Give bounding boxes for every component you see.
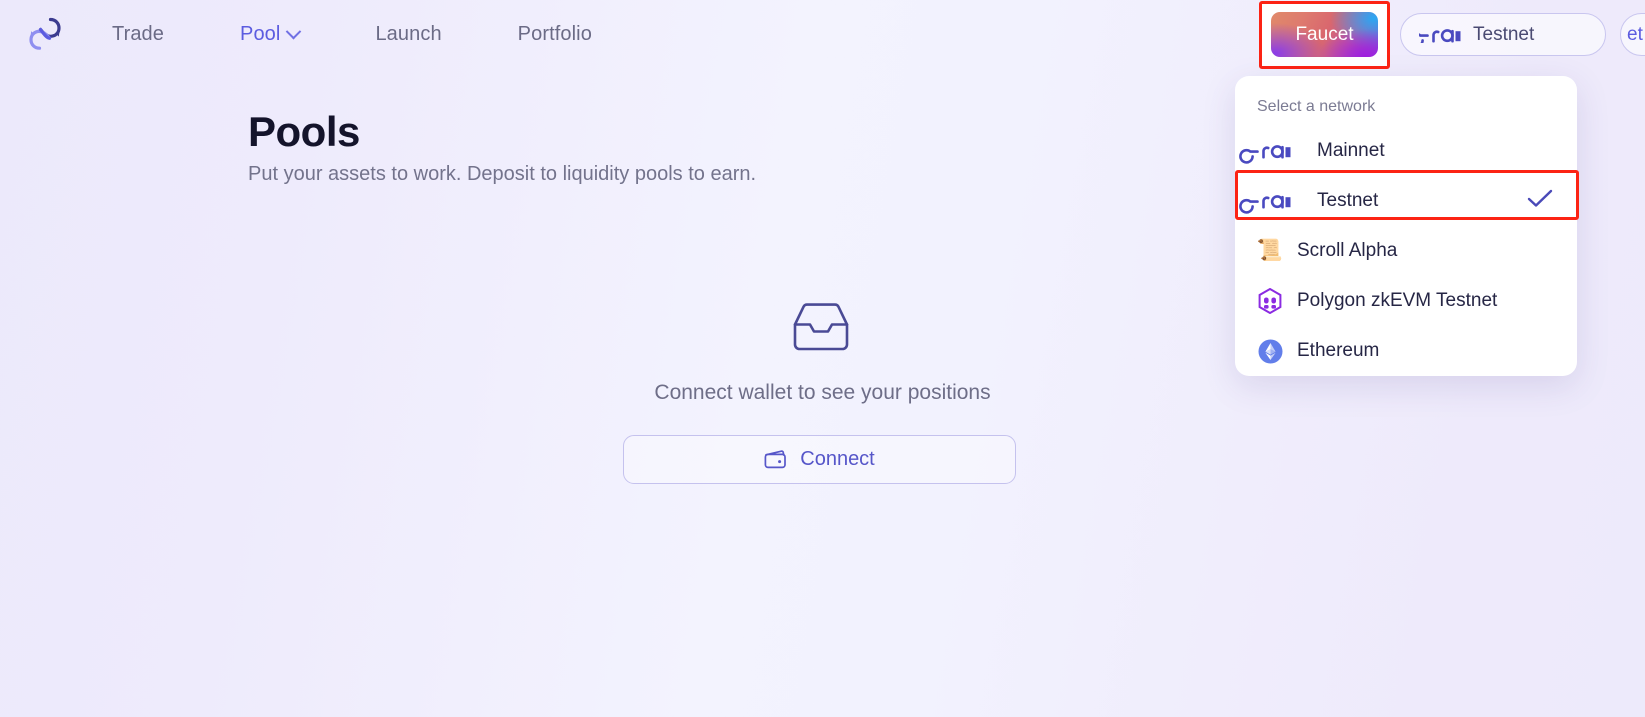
main-nav: Trade Pool Launch Portfolio — [112, 17, 592, 52]
nav-item-label: Launch — [375, 22, 442, 45]
scroll-icon: 📜 — [1256, 239, 1284, 262]
era-logo-icon — [1239, 138, 1291, 164]
connect-wallet-button[interactable]: Connect — [623, 435, 1016, 484]
network-option-testnet[interactable]: Testnet — [1235, 176, 1577, 226]
page-subtitle: Put your assets to work. Deposit to liqu… — [248, 163, 757, 185]
network-dropdown: Select a network Mainnet Testnet 📜 Scrol… — [1235, 76, 1577, 376]
connect-wallet-label: Connect — [800, 448, 875, 470]
nav-item-trade[interactable]: Trade — [112, 17, 164, 52]
network-option-label: Testnet — [1317, 190, 1379, 211]
network-option-ethereum[interactable]: Ethereum — [1235, 326, 1577, 376]
infinity-swap-logo-icon — [29, 17, 61, 50]
era-logo-icon — [1239, 188, 1291, 214]
inbox-icon — [790, 302, 852, 359]
page-title: Pools — [248, 108, 360, 155]
nav-item-portfolio[interactable]: Portfolio — [518, 17, 592, 52]
network-option-mainnet[interactable]: Mainnet — [1235, 126, 1577, 176]
polygon-icon — [1257, 288, 1283, 314]
nav-item-launch[interactable]: Launch — [375, 17, 441, 52]
chevron-down-icon — [286, 23, 302, 39]
empty-state-message: Connect wallet to see your positions — [654, 381, 991, 404]
app-header: Trade Pool Launch Portfolio — [0, 0, 1645, 68]
nav-item-pool[interactable]: Pool — [240, 17, 302, 52]
network-option-label: Mainnet — [1317, 140, 1385, 161]
network-option-polygon-zkevm-testnet[interactable]: Polygon zkEVM Testnet — [1235, 276, 1577, 326]
network-option-label: Scroll Alpha — [1297, 240, 1398, 261]
faucet-button[interactable]: Faucet — [1271, 12, 1378, 57]
wallet-icon — [764, 448, 787, 472]
nav-item-label: Pool — [240, 22, 281, 45]
nav-item-label: Trade — [112, 22, 165, 45]
nav-item-label: Portfolio — [517, 22, 592, 45]
brand-logo[interactable] — [22, 11, 68, 57]
network-option-label: Polygon zkEVM Testnet — [1297, 290, 1498, 311]
ethereum-icon — [1257, 338, 1283, 364]
network-option-scroll-alpha[interactable]: 📜 Scroll Alpha — [1235, 226, 1577, 276]
check-icon — [1527, 189, 1553, 214]
network-dropdown-title: Select a network — [1257, 98, 1376, 115]
network-option-label: Ethereum — [1297, 340, 1380, 361]
